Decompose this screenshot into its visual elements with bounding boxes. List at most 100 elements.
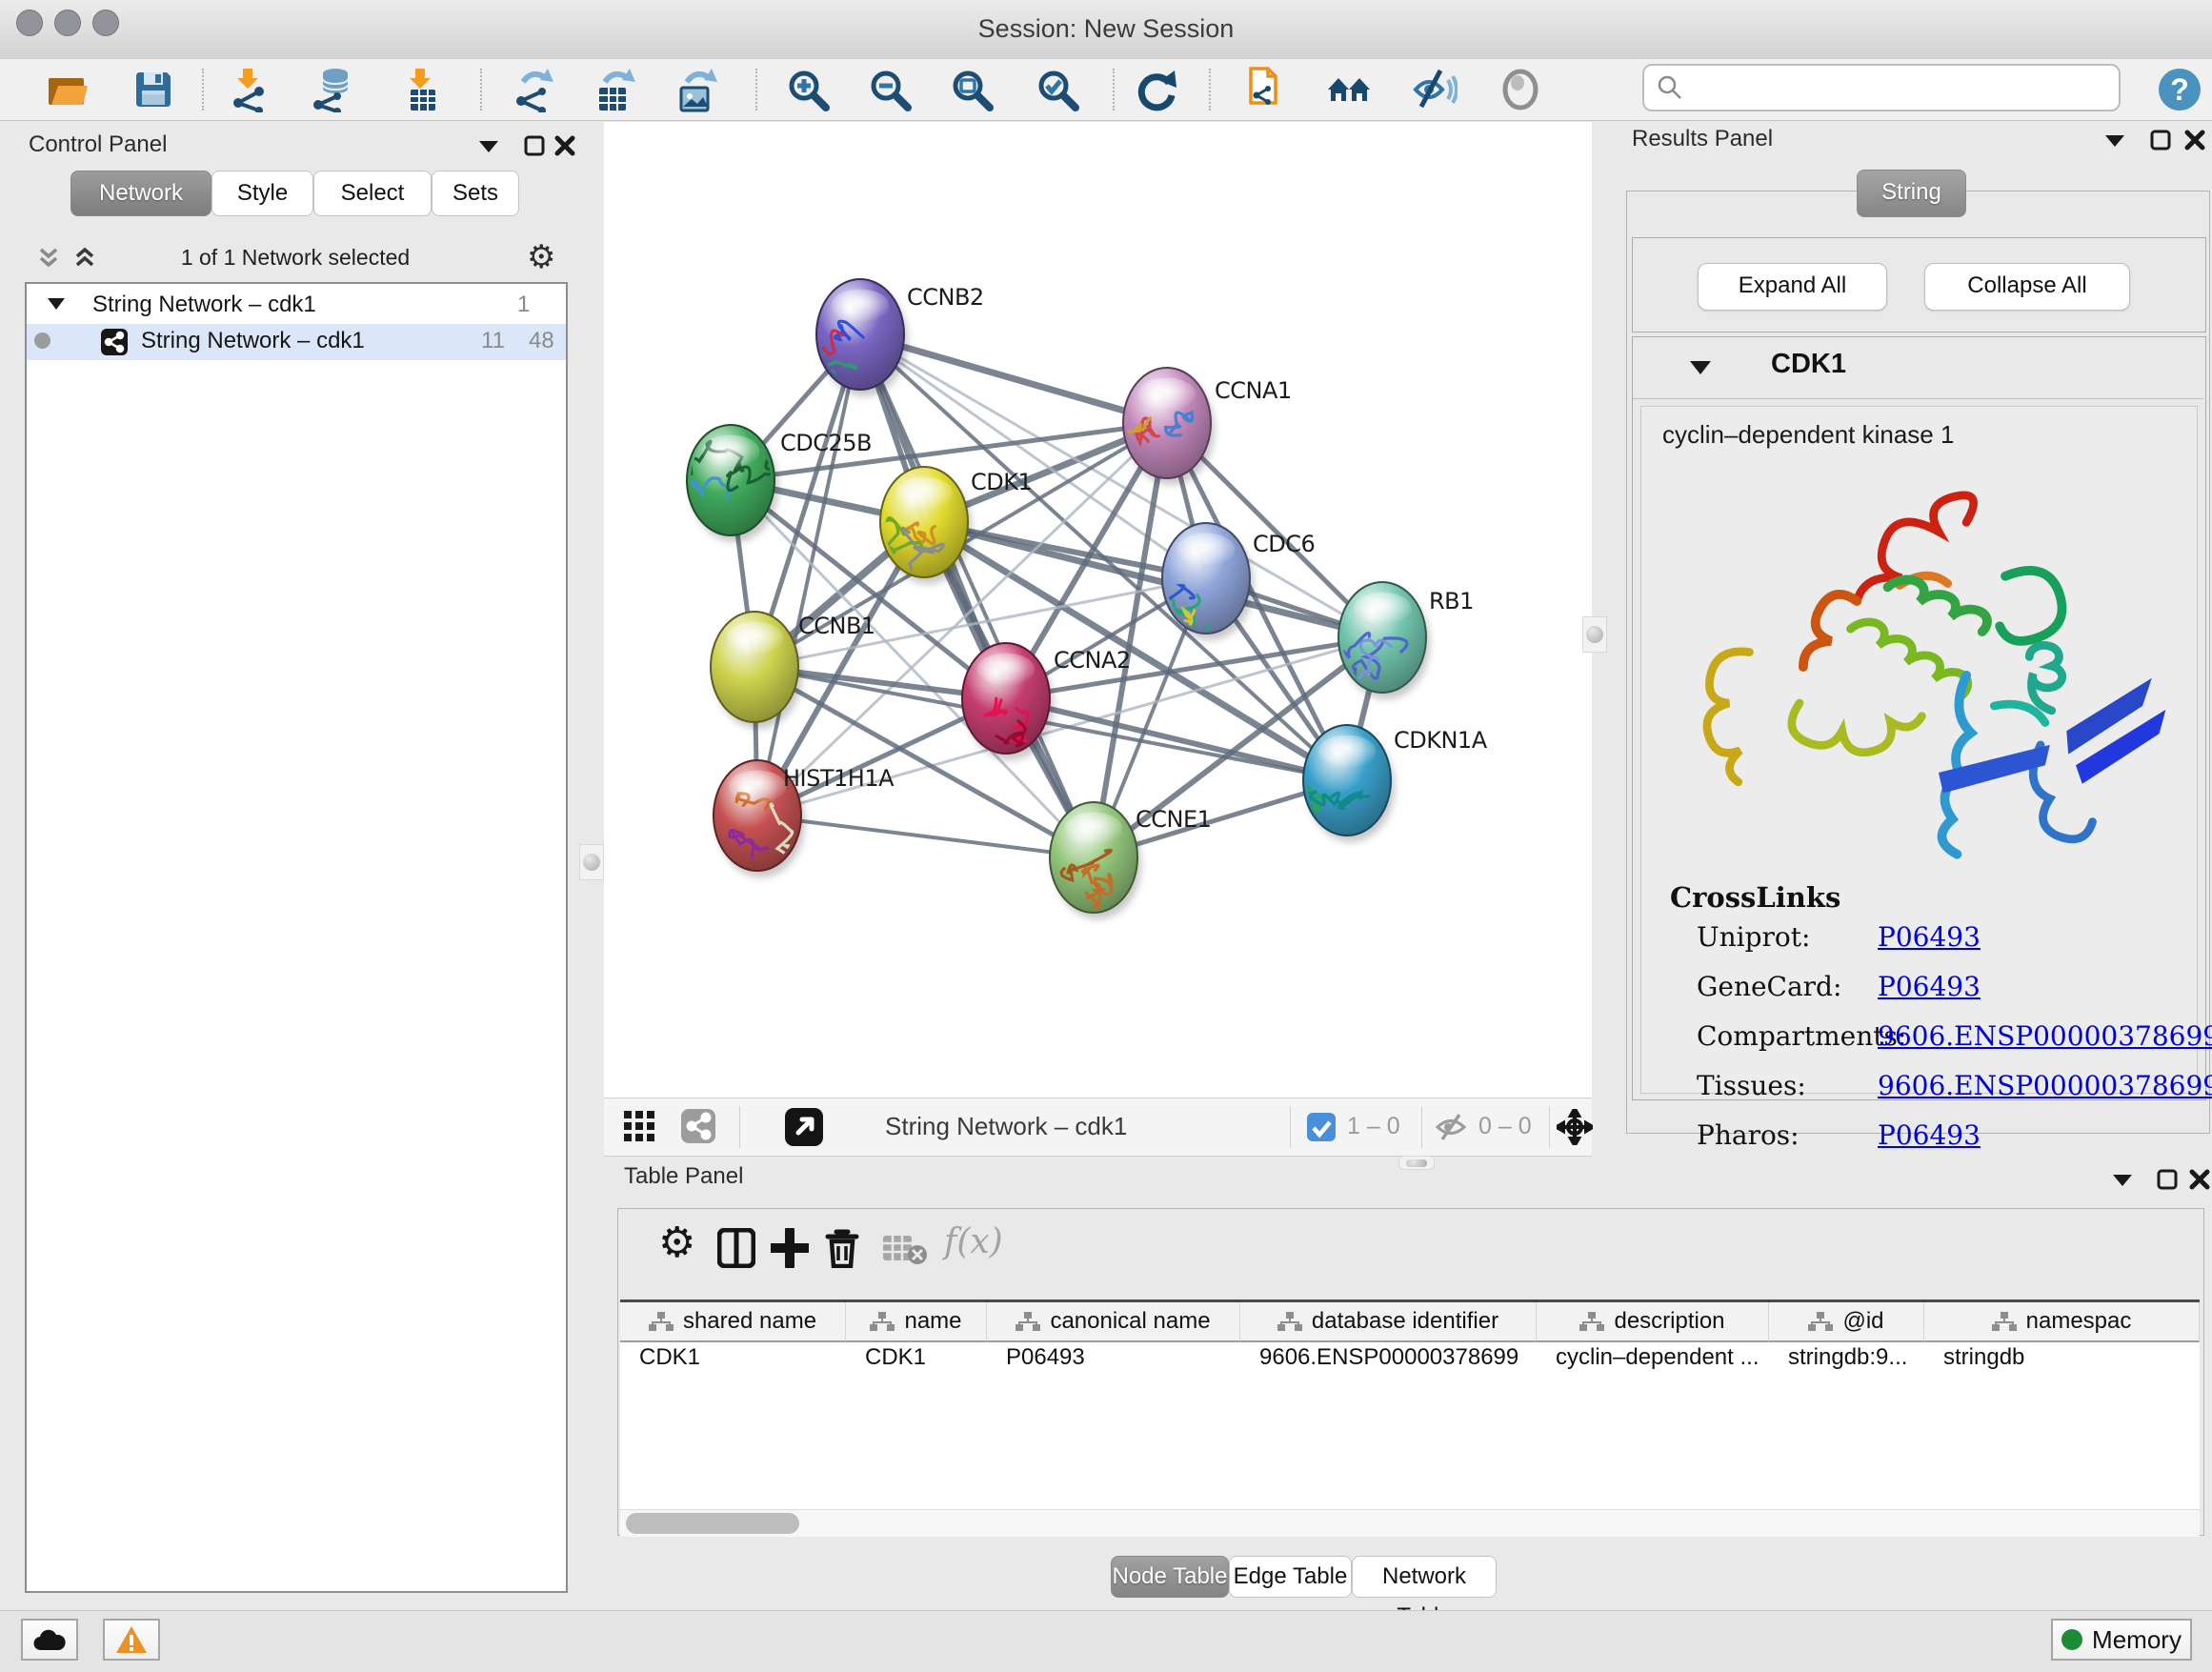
open-file-icon[interactable] xyxy=(45,67,90,112)
scrollbar-thumb[interactable] xyxy=(626,1513,799,1534)
network-edge[interactable] xyxy=(860,334,1094,857)
control-panel-close-icon[interactable] xyxy=(554,135,575,156)
network-graph[interactable]: CCNB2CCNA1CDC25BCDK1CDC6RB1CCNB1CCNA2CDK… xyxy=(604,122,1592,1098)
tab-network-table[interactable]: Network Table xyxy=(1352,1556,1497,1598)
crosslink-value-link[interactable]: 9606.ENSP00000378699 xyxy=(1878,1020,2212,1052)
table-cell[interactable]: stringdb xyxy=(1924,1344,2200,1382)
table-panel-float-icon[interactable] xyxy=(2157,1169,2178,1190)
share-document-icon[interactable] xyxy=(1243,67,1289,112)
gene-section-expander-icon[interactable] xyxy=(1690,361,1711,376)
network-node-RB1[interactable] xyxy=(1322,582,1430,710)
hide-eye-icon[interactable] xyxy=(1412,67,1458,112)
crosslink-value-link[interactable]: P06493 xyxy=(1878,921,1981,953)
gear-icon[interactable]: ⚙ xyxy=(527,238,555,276)
search-input[interactable] xyxy=(1690,73,2119,102)
tree-row-network[interactable]: String Network – cdk1 11 48 xyxy=(27,324,566,360)
grid-view-icon[interactable] xyxy=(624,1111,656,1143)
table-panel: Table Panel ⚙ f(x) shared namenamecanoni… xyxy=(604,1148,2212,1610)
tab-select[interactable]: Select xyxy=(313,171,432,216)
table-gear-icon[interactable]: ⚙ xyxy=(658,1219,695,1267)
tab-node-table[interactable]: Node Table xyxy=(1111,1556,1229,1598)
zoom-in-icon[interactable] xyxy=(785,67,831,112)
tab-network[interactable]: Network xyxy=(70,171,211,216)
table-cell[interactable]: cyclin–dependent ... xyxy=(1537,1344,1769,1382)
table-panel-close-icon[interactable] xyxy=(2189,1169,2210,1190)
network-node-CCNB1[interactable] xyxy=(711,612,802,729)
table-panel-menu-icon[interactable] xyxy=(2113,1175,2132,1188)
column-header-name[interactable]: name xyxy=(846,1302,987,1342)
show-eye-icon[interactable] xyxy=(1498,67,1543,112)
export-image-icon[interactable] xyxy=(674,67,719,112)
zoom-out-icon[interactable] xyxy=(867,67,913,112)
network-node-CCNA2[interactable] xyxy=(962,643,1054,760)
collapse-all-icon[interactable] xyxy=(38,246,59,271)
table-cell[interactable]: CDK1 xyxy=(846,1344,987,1382)
birdseye-view-icon[interactable] xyxy=(785,1108,823,1146)
horizontal-splitter-handle[interactable] xyxy=(1398,1156,1435,1170)
network-node-CDK1[interactable] xyxy=(880,467,972,584)
expand-all-icon[interactable] xyxy=(74,246,95,271)
table-cell[interactable]: P06493 xyxy=(987,1344,1240,1382)
selected-checkbox-icon[interactable] xyxy=(1307,1113,1336,1141)
column-header-database-identifier[interactable]: database identifier xyxy=(1240,1302,1537,1342)
expand-all-button[interactable]: Expand All xyxy=(1698,263,1887,311)
table-columns-icon[interactable] xyxy=(717,1228,755,1268)
warning-button[interactable] xyxy=(103,1619,160,1661)
table-delete-icon[interactable] xyxy=(824,1226,860,1268)
table-hscrollbar[interactable] xyxy=(620,1509,2200,1537)
results-panel-menu-icon[interactable] xyxy=(2105,135,2124,149)
table-add-icon[interactable] xyxy=(771,1228,809,1268)
column-header--id[interactable]: @id xyxy=(1769,1302,1924,1342)
crosslink-value-link[interactable]: P06493 xyxy=(1878,1119,1981,1151)
crosslink-value-link[interactable]: P06493 xyxy=(1878,971,1981,1002)
control-panel-menu-icon[interactable] xyxy=(479,141,498,154)
refresh-icon[interactable] xyxy=(1133,67,1178,112)
node-label-CDC6: CDC6 xyxy=(1253,531,1315,557)
import-network-database-icon[interactable] xyxy=(310,67,355,112)
share-view-icon[interactable] xyxy=(681,1109,715,1143)
crosslink-value-link[interactable]: 9606.ENSP00000378699 xyxy=(1878,1070,2212,1101)
homes-icon[interactable] xyxy=(1326,67,1372,112)
zoom-selected-icon[interactable] xyxy=(1035,67,1080,112)
hidden-eye-icon xyxy=(1435,1113,1469,1141)
control-panel-float-icon[interactable] xyxy=(524,135,545,156)
network-edge[interactable] xyxy=(757,334,860,816)
column-header-shared-name[interactable]: shared name xyxy=(620,1302,846,1342)
table-cell[interactable]: CDK1 xyxy=(620,1344,846,1382)
node-label-CCNB1: CCNB1 xyxy=(798,613,875,639)
table-cell[interactable]: 9606.ENSP00000378699 xyxy=(1240,1344,1537,1382)
column-label: shared name xyxy=(683,1308,816,1335)
import-network-file-icon[interactable] xyxy=(227,67,272,112)
tab-sets[interactable]: Sets xyxy=(432,171,519,216)
network-node-CCNB2[interactable] xyxy=(796,279,908,418)
column-header-namespac[interactable]: namespac xyxy=(1924,1302,2200,1342)
table-cell[interactable]: stringdb:9... xyxy=(1769,1344,1924,1382)
tab-edge-table[interactable]: Edge Table xyxy=(1229,1556,1352,1598)
collapse-all-button[interactable]: Collapse All xyxy=(1924,263,2130,311)
export-table-icon[interactable] xyxy=(592,67,637,112)
right-splitter-handle[interactable] xyxy=(1582,616,1607,653)
search-box xyxy=(1642,64,2121,111)
network-node-CDKN1A[interactable] xyxy=(1298,725,1395,842)
tab-string[interactable]: String xyxy=(1857,170,1966,217)
results-panel-close-icon[interactable] xyxy=(2184,130,2205,151)
save-session-icon[interactable] xyxy=(131,67,176,112)
network-node-CCNE1[interactable] xyxy=(1050,802,1141,919)
zoom-fit-icon[interactable] xyxy=(949,67,995,112)
help-icon[interactable]: ? xyxy=(2157,67,2202,112)
column-header-description[interactable]: description xyxy=(1537,1302,1769,1342)
network-canvas[interactable]: CCNB2CCNA1CDC25BCDK1CDC6RB1CCNB1CCNA2CDK… xyxy=(604,122,1592,1098)
tab-style[interactable]: Style xyxy=(211,171,313,216)
pan-crosshair-icon[interactable] xyxy=(1557,1109,1593,1145)
protein-structure-image xyxy=(1660,466,2180,876)
tree-expander-icon[interactable] xyxy=(48,298,65,311)
network-edge[interactable] xyxy=(757,816,1094,857)
import-table-file-icon[interactable] xyxy=(399,67,445,112)
export-network-icon[interactable] xyxy=(510,67,555,112)
cloud-button[interactable] xyxy=(21,1619,78,1661)
memory-button[interactable]: Memory xyxy=(2051,1619,2192,1661)
tree-row-collection[interactable]: String Network – cdk1 1 xyxy=(27,288,566,324)
left-splitter-handle[interactable] xyxy=(579,844,604,880)
results-panel-float-icon[interactable] xyxy=(2150,130,2171,151)
column-header-canonical-name[interactable]: canonical name xyxy=(987,1302,1240,1342)
